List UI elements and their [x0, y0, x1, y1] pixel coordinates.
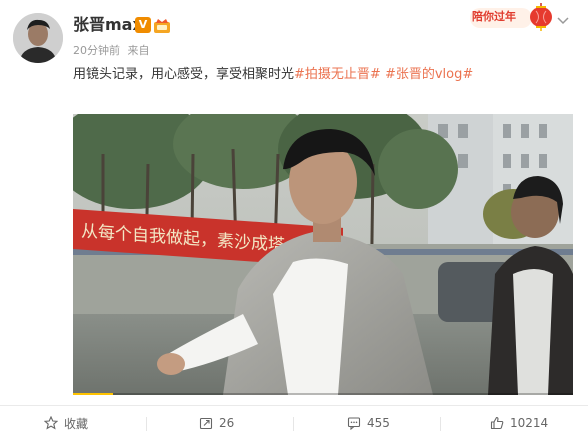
hashtag-link[interactable]: #拍摄无止晋#	[294, 67, 381, 82]
collect-button[interactable]: 收藏	[44, 406, 88, 439]
video-player[interactable]: 从每个自我做起，素沙成塔	[73, 114, 573, 395]
post-source: 来自	[127, 44, 150, 57]
member-crown-icon	[154, 19, 170, 33]
username[interactable]: 张晋max	[73, 15, 143, 35]
like-count: 10214	[510, 416, 549, 430]
repost-icon	[199, 417, 213, 430]
chevron-down-icon[interactable]	[557, 17, 569, 25]
post-time[interactable]: 20分钟前	[73, 44, 120, 57]
post-text: 用镜头记录，用心感受，享受相聚时光#拍摄无止晋# #张晋的vlog#	[73, 66, 473, 84]
verified-badge-icon: V	[135, 17, 151, 33]
repost-button[interactable]: 26	[199, 406, 234, 439]
post-meta: 20分钟前 来自	[73, 44, 150, 58]
repost-count: 26	[219, 416, 235, 430]
divider	[440, 417, 441, 431]
thumb-up-icon	[490, 416, 504, 430]
post-header: 张晋max V 20分钟前 来自 陪你过年	[0, 0, 588, 63]
hashtag-link[interactable]: #张晋的vlog#	[385, 67, 473, 82]
comment-count: 455	[367, 416, 390, 430]
divider	[146, 417, 147, 431]
video-progress-fill	[73, 393, 113, 395]
post-body: 用镜头记录，用心感受，享受相聚时光	[73, 67, 295, 82]
like-button[interactable]: 10214	[490, 406, 548, 439]
divider	[293, 417, 294, 431]
star-icon	[44, 416, 58, 430]
festival-text[interactable]: 陪你过年	[472, 10, 516, 24]
lantern-icon	[530, 3, 552, 31]
comment-icon	[347, 417, 361, 430]
comment-button[interactable]: 455	[347, 406, 390, 439]
collect-label: 收藏	[64, 416, 89, 431]
video-progress-bar[interactable]	[73, 393, 573, 395]
avatar[interactable]	[13, 13, 63, 63]
action-bar: 收藏 26 455 10214	[0, 405, 588, 439]
